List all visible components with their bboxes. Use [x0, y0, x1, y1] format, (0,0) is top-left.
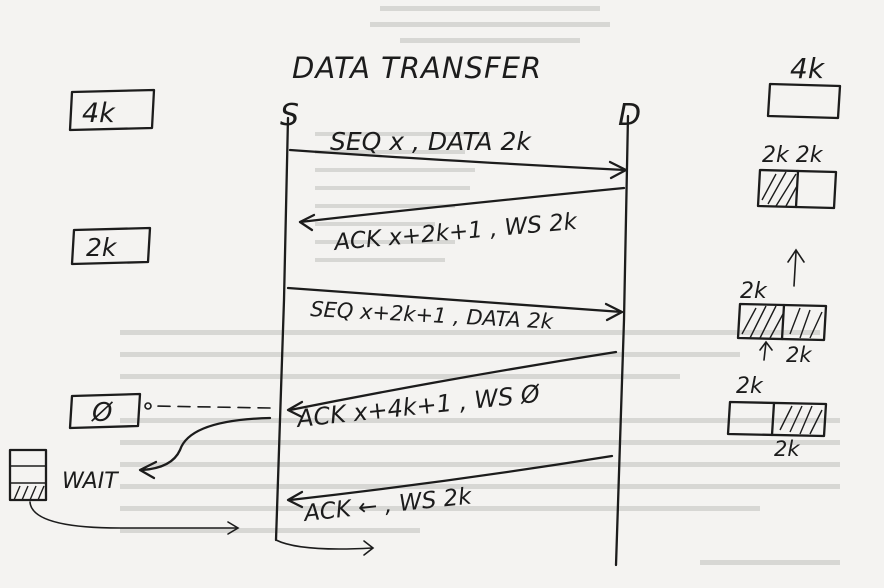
stack-row — [9, 465, 47, 484]
buffer-top-label: 2k 2k — [762, 143, 824, 168]
diagram-title: DATA TRANSFER — [292, 51, 542, 85]
page: DATA TRANSFER S D SEQ x , DATA 2k ACK x+… — [0, 0, 884, 588]
receiver-label: D — [618, 98, 641, 133]
buffer-bottom-label: 2k — [786, 343, 812, 367]
buffer-top-label: 4k — [790, 52, 826, 85]
buffer-divider — [794, 169, 800, 209]
zero-window-link-dashed — [151, 405, 271, 409]
receiver-timeline — [614, 114, 630, 567]
sender-window-4k: 4k — [68, 88, 156, 132]
stack-hatch — [13, 485, 45, 501]
sender-label: S — [280, 98, 299, 133]
receiver-buffer-3: 2k 2k — [736, 248, 828, 367]
wait-label: WAIT — [62, 469, 119, 494]
sender-timeline — [274, 116, 290, 542]
wait-return-line — [29, 501, 237, 529]
message-label: SEQ x+2k+1 , DATA 2k — [310, 297, 555, 334]
receiver-buffer-2: 2k 2k — [756, 143, 838, 210]
buffer-top-label: 2k — [736, 374, 764, 399]
background-bleed-through — [120, 6, 840, 565]
sender-buffer-stack — [8, 448, 48, 502]
sender-timeline-end-arrow — [275, 539, 375, 556]
window-label: 4k — [82, 98, 116, 129]
receiver-buffer-4: 2k 2k — [726, 374, 828, 461]
dashed-link-end — [144, 402, 152, 410]
buffer-up-arrow — [787, 248, 805, 287]
buffer-fill-hatch — [761, 171, 798, 207]
message-seq-2: SEQ x+2k+1 , DATA 2k — [286, 286, 624, 334]
window-label: Ø — [91, 398, 114, 428]
arrow-head — [298, 213, 316, 232]
receiver-buffer-1: 4k — [766, 52, 842, 120]
window-label: 2k — [86, 233, 118, 262]
buffer-divider — [770, 401, 776, 437]
sender-window-2k: 2k — [70, 226, 152, 266]
message-label: ACK x+4k+1 , WS Ø — [294, 380, 542, 434]
message-label: ACK x+2k+1 , WS 2k — [331, 209, 579, 256]
buffer-lower-arrow — [759, 340, 773, 361]
buffer-top-label: 2k — [740, 279, 768, 304]
message-label: SEQ x , DATA 2k — [330, 127, 532, 156]
message-label: ACK ← , WS 2k — [301, 483, 474, 527]
data-transfer-diagram: DATA TRANSFER S D SEQ x , DATA 2k ACK x+… — [8, 6, 842, 567]
buffer-bottom-label: 2k — [774, 437, 800, 461]
buffer-box — [766, 82, 842, 120]
